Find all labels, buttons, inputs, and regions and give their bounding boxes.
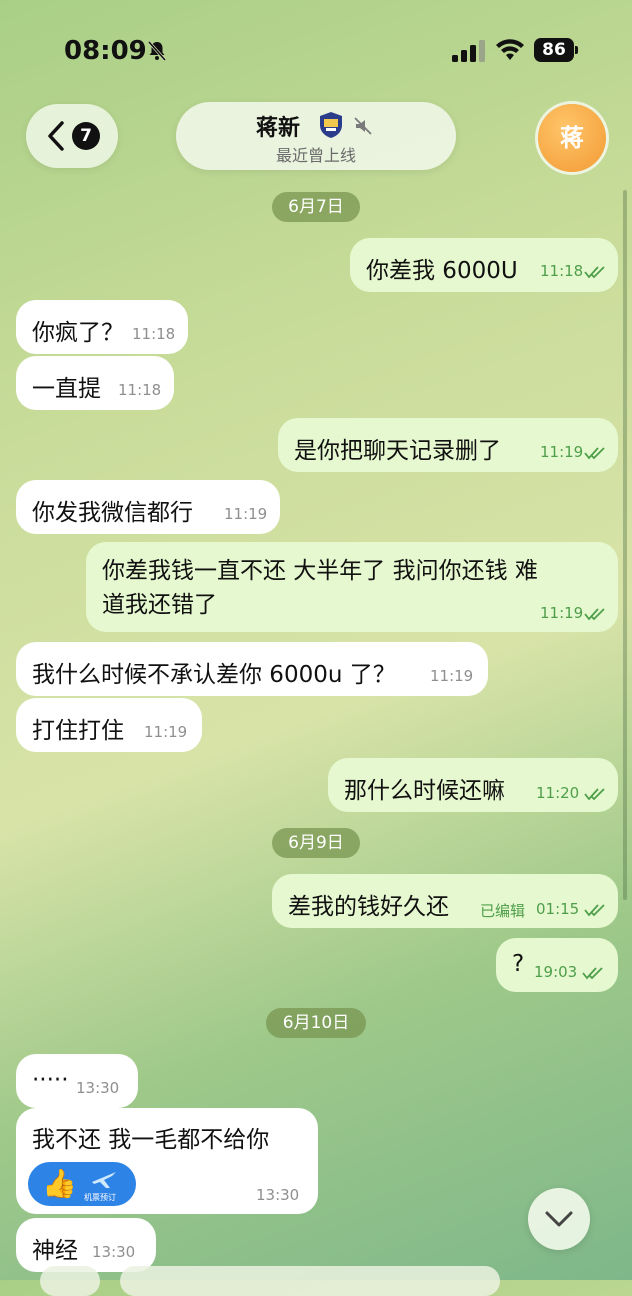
message-incoming[interactable]: 你疯了？ 11:18	[16, 300, 188, 354]
chat-status: 最近曾上线	[275, 146, 356, 165]
message-outgoing[interactable]: 你差我 6000U 11:18	[350, 238, 618, 292]
double-check-icon	[584, 608, 605, 621]
date-separator: 6月10日	[266, 1008, 366, 1038]
message-time: 13:30	[76, 1079, 120, 1097]
message-text: ·····	[32, 1067, 69, 1093]
attachment-bar[interactable]	[40, 1266, 100, 1296]
message-time: 11:18	[118, 381, 162, 399]
double-check-icon	[584, 266, 605, 279]
message-input-bar[interactable]	[120, 1266, 500, 1296]
plane-icon	[92, 1172, 116, 1188]
message-incoming[interactable]: 打住打住 11:19	[16, 698, 202, 752]
message-text: 我什么时候不承认差你 6000u 了？	[32, 662, 396, 688]
message-text: 打住打住	[32, 718, 124, 744]
message-time: 11:19	[540, 443, 584, 461]
edited-label: 已编辑	[480, 902, 526, 920]
message-outgoing[interactable]: 那什么时候还嘛 11:20	[328, 758, 618, 812]
message-text: 你发我微信都行	[32, 500, 193, 526]
mute-icon	[354, 117, 372, 135]
chat-title: 蒋新	[256, 116, 301, 141]
message-text: 是你把聊天记录删了	[294, 438, 501, 464]
message-time: 11:19	[430, 667, 474, 685]
message-time: 11:18	[540, 262, 584, 280]
message-outgoing[interactable]: ? 19:03	[496, 938, 618, 992]
battery-cap	[575, 46, 578, 54]
message-incoming[interactable]: 一直提 11:18	[16, 356, 174, 410]
message-text: 神经	[32, 1238, 78, 1264]
double-check-icon	[584, 788, 605, 801]
message-text: 一直提	[32, 376, 101, 402]
message-time: 01:15	[536, 900, 580, 918]
back-button[interactable]: 7	[26, 104, 118, 168]
inline-sticker-button[interactable]: 👍 机票预订	[28, 1162, 136, 1206]
message-time: 11:19	[144, 723, 188, 741]
message-time: 11:19	[224, 505, 268, 523]
date-separator: 6月9日	[272, 828, 360, 858]
message-text: 你疯了？	[32, 320, 124, 346]
message-time: 13:30	[256, 1186, 300, 1204]
message-outgoing[interactable]: 是你把聊天记录删了 11:19	[278, 418, 618, 472]
back-chevron-icon	[48, 121, 64, 151]
signal-icon	[452, 40, 485, 62]
message-incoming[interactable]: 神经 13:30	[16, 1218, 156, 1272]
status-bar: 08:09 86	[0, 0, 632, 100]
date-separator: 6月7日	[272, 192, 360, 222]
double-check-icon	[582, 967, 603, 980]
status-time: 08:09	[64, 36, 147, 66]
message-incoming[interactable]: 我不还 我一毛都不给你 👍 机票预订 13:30	[16, 1108, 318, 1214]
message-time: 13:30	[92, 1243, 136, 1261]
unread-count-badge: 7	[72, 122, 100, 150]
avatar[interactable]: 蒋	[538, 104, 606, 172]
message-text-line: 你差我钱一直不还 大半年了 我问你还钱 难	[102, 558, 538, 584]
message-text: 差我的钱好久还	[288, 894, 449, 920]
message-text: 我不还 我一毛都不给你	[32, 1127, 270, 1153]
chat-header[interactable]: 蒋新 最近曾上线	[176, 102, 456, 170]
scroll-to-bottom-button[interactable]	[528, 1188, 590, 1250]
message-time: 19:03	[534, 963, 578, 981]
message-incoming[interactable]: 你发我微信都行 11:19	[16, 480, 280, 534]
message-text: 那什么时候还嘛	[344, 778, 505, 804]
message-incoming[interactable]: 我什么时候不承认差你 6000u 了？ 11:19	[16, 642, 488, 696]
sticker-label: 机票预订	[84, 1193, 116, 1202]
bell-off-icon	[147, 41, 167, 61]
chevron-down-icon	[545, 1211, 573, 1227]
message-outgoing[interactable]: 差我的钱好久还 已编辑 01:15	[272, 874, 618, 928]
double-check-icon	[584, 447, 605, 460]
message-incoming[interactable]: ····· 13:30	[16, 1054, 138, 1108]
thumbs-up-icon: 👍	[42, 1167, 77, 1200]
message-text: ?	[512, 951, 525, 977]
message-time: 11:19	[540, 604, 584, 622]
message-text-line: 道我还错了	[102, 592, 217, 618]
badge-icon	[320, 112, 342, 138]
message-text: 你差我 6000U	[366, 258, 518, 284]
scroll-indicator	[623, 190, 627, 900]
message-time: 11:20	[536, 784, 580, 802]
battery-indicator: 86	[534, 38, 574, 62]
double-check-icon	[584, 904, 605, 917]
message-outgoing[interactable]: 你差我钱一直不还 大半年了 我问你还钱 难 道我还错了 11:19	[86, 542, 618, 632]
message-time: 11:18	[132, 325, 176, 343]
wifi-icon	[496, 39, 524, 60]
